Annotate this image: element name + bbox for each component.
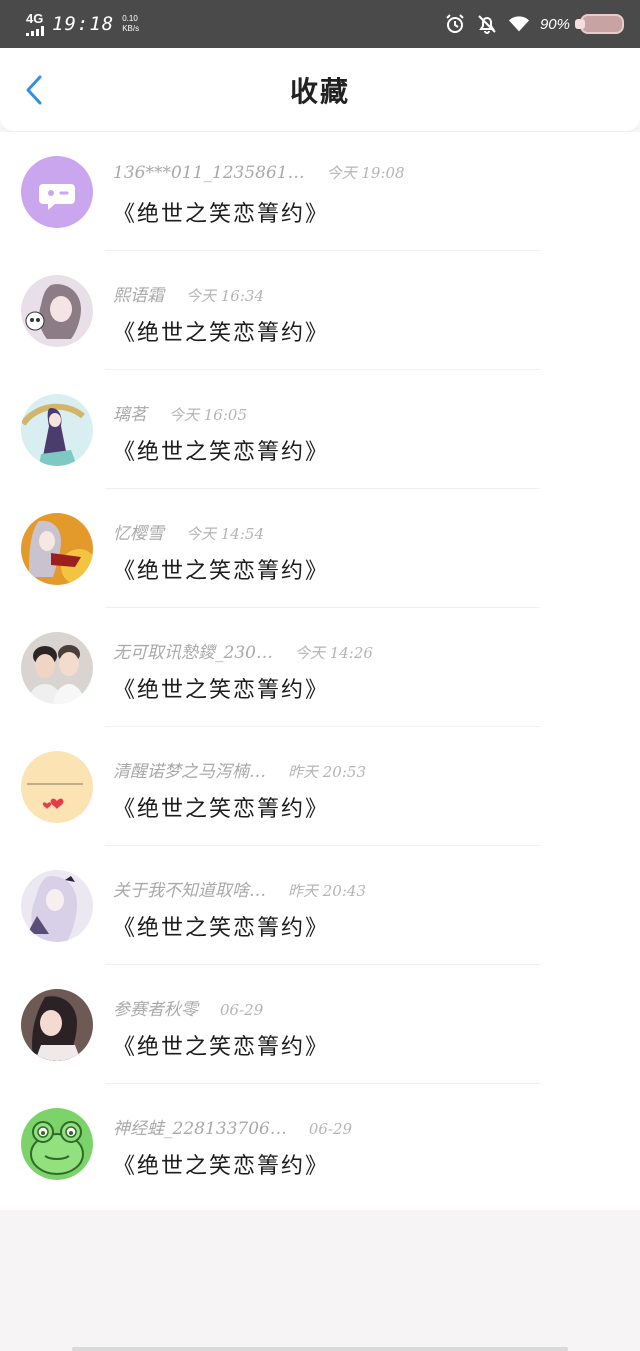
- status-left: 4G 19:18 0.10 KB/s: [26, 12, 139, 36]
- network-type: 4G: [26, 11, 44, 26]
- two-boys-photo-avatar-icon: [21, 632, 93, 704]
- alarm-icon: [444, 13, 466, 35]
- avatar[interactable]: [21, 1108, 93, 1180]
- list-item[interactable]: 神经蛙_228133706… 06-29 《绝世之笑恋箐约》: [0, 1084, 640, 1203]
- item-meta: 清醒诺梦之马泻楠… 昨天 20:53: [113, 757, 366, 782]
- user-name: 清醒诺梦之马泻楠…: [113, 762, 266, 782]
- timestamp: 今天 16:34: [186, 287, 264, 305]
- book-title: 《绝世之笑恋箐约》: [113, 797, 330, 822]
- list-item[interactable]: 熙语霜 今天 16:34 《绝世之笑恋箐约》: [0, 251, 640, 370]
- anime-fire-avatar-icon: [21, 513, 93, 585]
- battery-percent: 90%: [539, 15, 570, 33]
- user-name: 神经蛙_228133706…: [113, 1119, 287, 1139]
- user-name: 参赛者秋零: [113, 1000, 198, 1020]
- item-meta: 参赛者秋零 06-29: [113, 995, 263, 1020]
- status-bar: 4G 19:18 0.10 KB/s 90%: [0, 0, 640, 48]
- timestamp: 今天 14:54: [186, 525, 264, 543]
- list-item[interactable]: 璃茗 今天 16:05 《绝世之笑恋箐约》: [0, 370, 640, 489]
- book-title: 《绝世之笑恋箐约》: [113, 559, 330, 584]
- speed-unit: KB/s: [122, 24, 140, 33]
- list-item[interactable]: 无可取讯慹鑁_230… 今天 14:26 《绝世之笑恋箐约》: [0, 608, 640, 727]
- user-name: 关于我不知道取啥…: [113, 881, 266, 901]
- item-meta: 无可取讯慹鑁_230… 今天 14:26: [113, 638, 373, 663]
- list-item[interactable]: 关于我不知道取啥… 昨天 20:43 《绝世之笑恋箐约》: [0, 846, 640, 965]
- signal-icon: [26, 26, 44, 36]
- timestamp: 06-29: [308, 1120, 353, 1138]
- list-item[interactable]: 清醒诺梦之马泻楠… 昨天 20:53 《绝世之笑恋箐约》: [0, 727, 640, 846]
- network-indicator: 4G: [26, 12, 44, 36]
- avatar[interactable]: [21, 751, 93, 823]
- notifications-off-icon: [476, 13, 498, 35]
- favorites-list: 136***011_1235861… 今天 19:08 《绝世之笑恋箐约》 熙语…: [0, 132, 640, 1210]
- book-title: 《绝世之笑恋箐约》: [113, 1154, 330, 1179]
- anime-white-hair-avatar-icon: [21, 870, 93, 942]
- avatar[interactable]: [21, 394, 93, 466]
- list-item[interactable]: 136***011_1235861… 今天 19:08 《绝世之笑恋箐约》: [0, 132, 640, 251]
- timestamp: 今天 16:05: [169, 406, 247, 424]
- anime-dark-hair-avatar-icon: [21, 989, 93, 1061]
- empty-footer: [0, 1210, 640, 1351]
- chat-bubble-avatar-icon: [21, 156, 93, 228]
- avatar[interactable]: [21, 632, 93, 704]
- user-name: 忆樱雪: [113, 524, 164, 544]
- avatar[interactable]: [21, 275, 93, 347]
- text-hearts-avatar-icon: [21, 751, 93, 823]
- avatar[interactable]: [21, 513, 93, 585]
- avatar[interactable]: [21, 870, 93, 942]
- wifi-icon: [508, 13, 530, 35]
- item-meta: 关于我不知道取啥… 昨天 20:43: [113, 876, 366, 901]
- top-app-bar: 收藏: [0, 48, 640, 132]
- page-title: 收藏: [289, 74, 350, 108]
- timestamp: 昨天 20:53: [288, 763, 366, 781]
- book-title: 《绝世之笑恋箐约》: [113, 1035, 330, 1060]
- avatar[interactable]: [21, 156, 93, 228]
- anime-girl-panda-avatar-icon: [21, 275, 93, 347]
- book-title: 《绝世之笑恋箐约》: [113, 202, 330, 227]
- item-meta: 熙语霜 今天 16:34: [113, 281, 264, 306]
- timestamp: 昨天 20:43: [288, 882, 366, 900]
- item-meta: 璃茗 今天 16:05: [113, 400, 247, 425]
- back-button[interactable]: [18, 74, 50, 106]
- gesture-nav-bar[interactable]: [72, 1347, 568, 1351]
- book-title: 《绝世之笑恋箐约》: [113, 678, 330, 703]
- clock: 19:18: [52, 13, 115, 35]
- item-meta: 136***011_1235861… 今天 19:08: [113, 162, 405, 183]
- timestamp: 今天 19:08: [326, 164, 405, 182]
- anime-umbrella-avatar-icon: [21, 394, 93, 466]
- user-name: 无可取讯慹鑁_230…: [113, 643, 273, 663]
- speed-value: 0.10: [122, 14, 138, 23]
- item-meta: 神经蛙_228133706… 06-29: [113, 1114, 352, 1139]
- list-item[interactable]: 忆樱雪 今天 14:54 《绝世之笑恋箐约》: [0, 489, 640, 608]
- timestamp: 今天 14:26: [294, 644, 373, 662]
- timestamp: 06-29: [220, 1001, 264, 1019]
- book-title: 《绝世之笑恋箐约》: [113, 916, 330, 941]
- list-item[interactable]: 参赛者秋零 06-29 《绝世之笑恋箐约》: [0, 965, 640, 1084]
- user-name: 璃茗: [113, 405, 147, 425]
- status-right: 90%: [444, 13, 624, 35]
- book-title: 《绝世之笑恋箐约》: [113, 440, 330, 465]
- chevron-left-icon: [26, 75, 42, 105]
- item-meta: 忆樱雪 今天 14:54: [113, 519, 264, 544]
- user-name: 136***011_1235861…: [113, 163, 305, 183]
- avatar[interactable]: [21, 989, 93, 1061]
- book-title: 《绝世之笑恋箐约》: [113, 321, 330, 346]
- green-frog-avatar-icon: [21, 1108, 93, 1180]
- network-speed: 0.10 KB/s: [122, 14, 139, 34]
- battery-icon: [575, 14, 624, 34]
- user-name: 熙语霜: [113, 286, 164, 306]
